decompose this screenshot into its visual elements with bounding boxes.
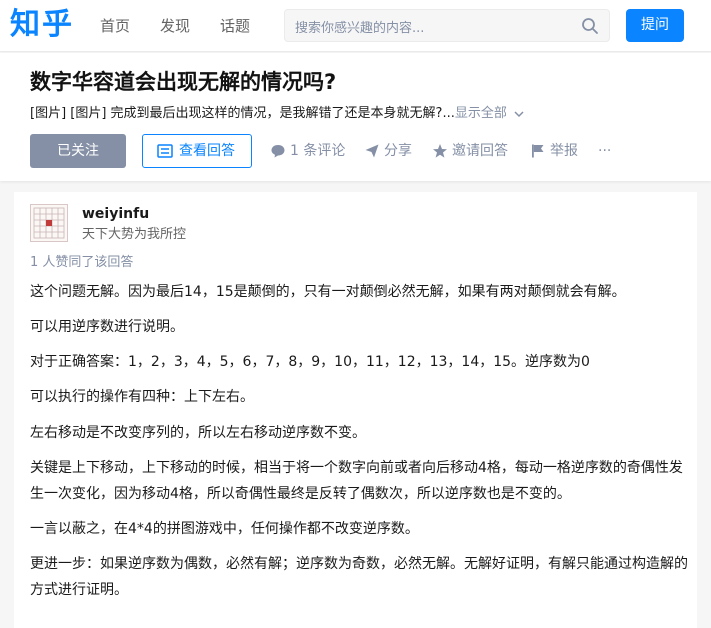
nav-home-link[interactable]: 首页	[100, 16, 130, 36]
top-nav-bar: 知乎 首页 发现 话题 搜索你感兴趣的内容... 提问	[0, 0, 711, 52]
answer-paragraph: 关键是上下移动，上下移动的时候，相当于将一个数字向前或者向后移动4格，每动一格逆…	[30, 460, 683, 502]
ask-question-button[interactable]: 提问	[626, 9, 684, 42]
follow-button[interactable]: 已关注	[30, 134, 126, 168]
view-answers-label: 查看回答	[179, 143, 235, 159]
vote-count: 1 人赞同了该回答	[30, 255, 134, 270]
show-all-link[interactable]: 显示全部	[455, 106, 507, 121]
author-bio: 天下大势为我所控	[82, 227, 187, 242]
nav-discover-link[interactable]: 发现	[160, 16, 190, 36]
answer-paragraph: 这个问题无解。因为最后14，15是颠倒的，只有一对颠倒必然无解，如果有两对颠倒就…	[30, 284, 626, 300]
nav-topics-link[interactable]: 话题	[220, 16, 250, 36]
avatar[interactable]	[30, 204, 68, 242]
search-input[interactable]: 搜索你感兴趣的内容...	[284, 9, 610, 42]
author-name[interactable]: weiyinfu	[82, 205, 149, 223]
share-action[interactable]: 分享	[364, 142, 412, 160]
question-title: 数字华容道会出现无解的情况吗?	[30, 70, 337, 94]
zhihu-logo[interactable]: 知乎	[10, 6, 74, 44]
answer-paragraph: 更进一步：如果逆序数为偶数，必然有解；逆序数为奇数，必然无解。无解好证明，有解只…	[30, 556, 688, 598]
chevron-down-icon[interactable]	[513, 108, 525, 120]
star-icon	[433, 144, 447, 158]
comments-action[interactable]: 1 条评论	[270, 142, 345, 160]
question-excerpt: [图片] [图片] 完成到最后出现这样的情况，是我解错了还是本身就无解?...	[30, 106, 455, 121]
question-header: 数字华容道会出现无解的情况吗? [图片] [图片] 完成到最后出现这样的情况，是…	[0, 53, 711, 181]
answer-paragraph: 一言以蔽之，在4*4的拼图游戏中，任何操作都不改变逆序数。	[30, 521, 419, 537]
list-icon	[157, 144, 173, 158]
invite-action[interactable]: 邀请回答	[432, 142, 508, 160]
flag-icon	[532, 144, 544, 158]
comment-icon	[271, 145, 285, 158]
answer-paragraph: 对于正确答案：1，2，3，4，5，6，7，8，9，10，11，12，13，14，…	[30, 354, 590, 370]
grid-avatar-icon	[33, 207, 65, 239]
answer-paragraph: 左右移动是不改变序列的，所以左右移动逆序数不变。	[30, 425, 366, 441]
share-icon	[365, 144, 379, 158]
search-icon[interactable]	[581, 17, 599, 35]
more-options-button[interactable]: ···	[598, 142, 611, 160]
answer-paragraph: 可以执行的操作有四种：上下左右。	[30, 389, 254, 405]
view-answers-button[interactable]: 查看回答	[142, 134, 252, 168]
search-placeholder: 搜索你感兴趣的内容...	[295, 21, 425, 36]
question-description: [图片] [图片] 完成到最后出现这样的情况，是我解错了还是本身就无解?...显…	[30, 104, 525, 124]
report-action[interactable]: 举报	[530, 142, 578, 160]
answer-card: weiyinfu 天下大势为我所控 1 人赞同了该回答 这个问题无解。因为最后1…	[14, 192, 697, 628]
answer-paragraph: 可以用逆序数进行说明。	[30, 319, 184, 335]
